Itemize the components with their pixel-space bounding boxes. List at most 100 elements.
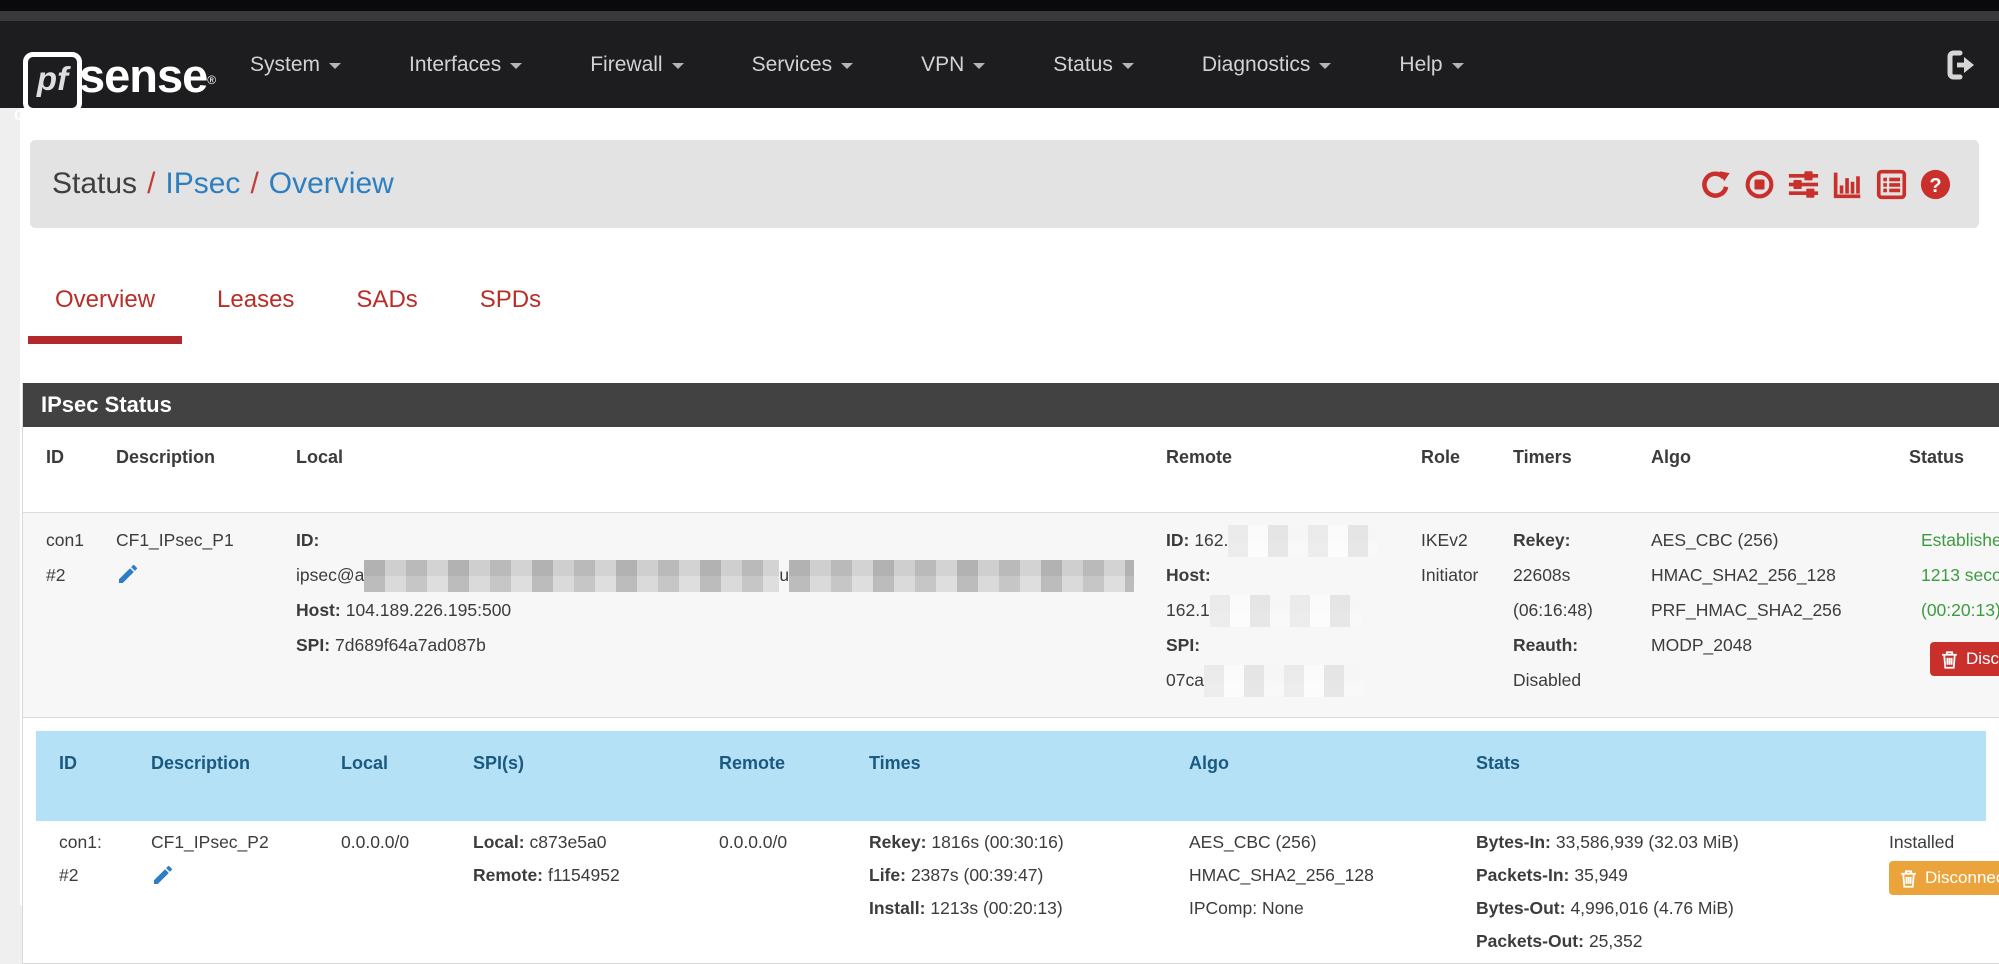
time-install-label: Install: (869, 898, 925, 918)
ike-table-row: con1 #2 CF1_IPsec_P1 ID: ipsec@au Host:1… (23, 513, 1999, 718)
nav-item-interfaces[interactable]: Interfaces (409, 53, 522, 77)
nav-label: Help (1399, 53, 1442, 76)
cell-description: CF1_IPsec_P1 (93, 513, 273, 718)
cell-algo: AES_CBC (256) HMAC_SHA2_256_128 PRF_HMAC… (1628, 513, 1886, 718)
bytes-in-value: 33,586,939 (32.03 MiB) (1556, 832, 1739, 852)
bytes-out-label: Bytes-Out: (1476, 898, 1565, 918)
disconnect-label: Disconnect (1966, 649, 1999, 669)
cell-id: con1 #2 (23, 513, 93, 718)
nav-item-system[interactable]: System (250, 53, 341, 77)
child-algo-enc: AES_CBC (256) (1189, 826, 1453, 859)
nav-item-help[interactable]: Help (1399, 53, 1463, 77)
cell-actions: Installed Disconnect (1866, 821, 1986, 963)
edit-pencil-icon[interactable] (116, 562, 140, 586)
panel-title: IPsec Status (23, 383, 1999, 427)
col-algo: Algo (1628, 427, 1886, 513)
role-version: IKEv2 (1421, 523, 1490, 558)
child-local-network: 0.0.0.0/0 (341, 826, 450, 859)
nav-item-firewall[interactable]: Firewall (590, 53, 683, 77)
sign-out-icon[interactable] (1945, 49, 1977, 81)
window-secondary-strip (0, 11, 1999, 21)
refresh-icon[interactable] (1700, 169, 1731, 200)
col-actions (1866, 731, 1986, 821)
status-ipsec-tabs: Overview Leases SADs SPDs (28, 275, 576, 344)
nav-label: Services (752, 53, 833, 76)
ike-sa-table: ID Description Local Remote Role Timers … (23, 427, 1999, 718)
reauth-label: Reauth: (1513, 635, 1578, 655)
child-disconnect-button[interactable]: Disconnect (1889, 861, 1999, 895)
chevron-down-icon (1452, 63, 1464, 69)
child-description: CF1_IPsec_P2 (151, 826, 318, 859)
stop-icon[interactable] (1744, 169, 1775, 200)
tab-leases[interactable]: Leases (190, 275, 321, 336)
time-rekey-value: 1816s (00:30:16) (931, 832, 1063, 852)
algo-dh: MODP_2048 (1651, 628, 1886, 663)
spi-remote-value: f1154952 (548, 865, 620, 885)
col-local: Local (318, 731, 450, 821)
local-spi-label: SPI: (296, 635, 330, 655)
logo-sense-text: sense (79, 49, 207, 102)
col-local: Local (273, 427, 1143, 513)
col-times: Times (846, 731, 1166, 821)
breadcrumb-separator: / (147, 167, 155, 200)
breadcrumb-separator: / (250, 167, 258, 200)
edit-pencil-icon[interactable] (151, 863, 175, 887)
col-stats: Stats (1453, 731, 1866, 821)
child-id: con1: (59, 826, 128, 859)
redacted-local-id-2 (789, 560, 1134, 592)
breadcrumb-link-overview[interactable]: Overview (269, 167, 394, 200)
col-id: ID (36, 731, 128, 821)
chevron-down-icon (841, 63, 853, 69)
local-host-label: Host: (296, 600, 341, 620)
nav-label: Firewall (590, 53, 662, 76)
local-id-label: ID: (296, 530, 319, 550)
child-state: Installed (1889, 826, 1986, 859)
chevron-down-icon (510, 63, 522, 69)
sliders-icon[interactable] (1788, 169, 1819, 200)
disconnect-button[interactable]: Disconnect (1930, 642, 1999, 676)
tab-spds[interactable]: SPDs (453, 275, 568, 336)
chevron-down-icon (672, 63, 684, 69)
trash-icon (1941, 650, 1958, 669)
nav-item-status[interactable]: Status (1053, 53, 1134, 77)
nav-item-diagnostics[interactable]: Diagnostics (1202, 53, 1332, 77)
spi-local-label: Local: (473, 832, 525, 852)
nav-item-services[interactable]: Services (752, 53, 854, 77)
remote-host-label: Host: (1166, 565, 1211, 585)
help-icon[interactable]: ? (1920, 169, 1951, 200)
status-time: (00:20:13) (1921, 593, 1999, 628)
col-description: Description (128, 731, 318, 821)
local-host-value: 104.189.226.195:500 (346, 600, 511, 620)
trash-icon (1900, 869, 1917, 888)
col-id: ID (23, 427, 93, 513)
pfsense-logo-pf[interactable]: pf (23, 52, 82, 113)
cell-remote: 0.0.0.0/0 (696, 821, 846, 963)
cell-local: 0.0.0.0/0 (318, 821, 450, 963)
ike-id: con1 (46, 523, 93, 558)
chevron-down-icon (1122, 63, 1134, 69)
child-algo-integ: HMAC_SHA2_256_128 (1189, 859, 1453, 892)
col-remote: Remote (696, 731, 846, 821)
remote-id-value: 162. (1194, 530, 1228, 550)
pfsense-logo-sense[interactable]: sense® (79, 51, 215, 105)
reauth-value: Disabled (1513, 663, 1628, 698)
nav-item-vpn[interactable]: VPN (921, 53, 985, 77)
bar-chart-icon[interactable] (1832, 169, 1863, 200)
breadcrumb-actions: ? (1700, 140, 1951, 228)
rekey-time: (06:16:48) (1513, 593, 1628, 628)
list-icon[interactable] (1876, 169, 1907, 200)
remote-spi-value: 07ca (1166, 670, 1204, 690)
time-life-label: Life: (869, 865, 906, 885)
bytes-out-value: 4,996,016 (4.76 MiB) (1570, 898, 1733, 918)
breadcrumb: Status/IPsec/Overview (52, 140, 394, 228)
tab-sads[interactable]: SADs (329, 275, 444, 336)
main-navbar: pf sense® COMMUNITY EDITION System Inter… (0, 21, 1999, 108)
nav-label: Diagnostics (1202, 53, 1311, 76)
rekey-label: Rekey: (1513, 530, 1570, 550)
status-seconds: 1213 seconds (1921, 558, 1999, 593)
breadcrumb-link-ipsec[interactable]: IPsec (165, 167, 240, 200)
bytes-in-label: Bytes-In: (1476, 832, 1551, 852)
redacted-remote-id (1228, 525, 1378, 557)
tab-overview[interactable]: Overview (28, 275, 182, 344)
cell-spis: Local:c873e5a0 Remote:f1154952 (450, 821, 696, 963)
